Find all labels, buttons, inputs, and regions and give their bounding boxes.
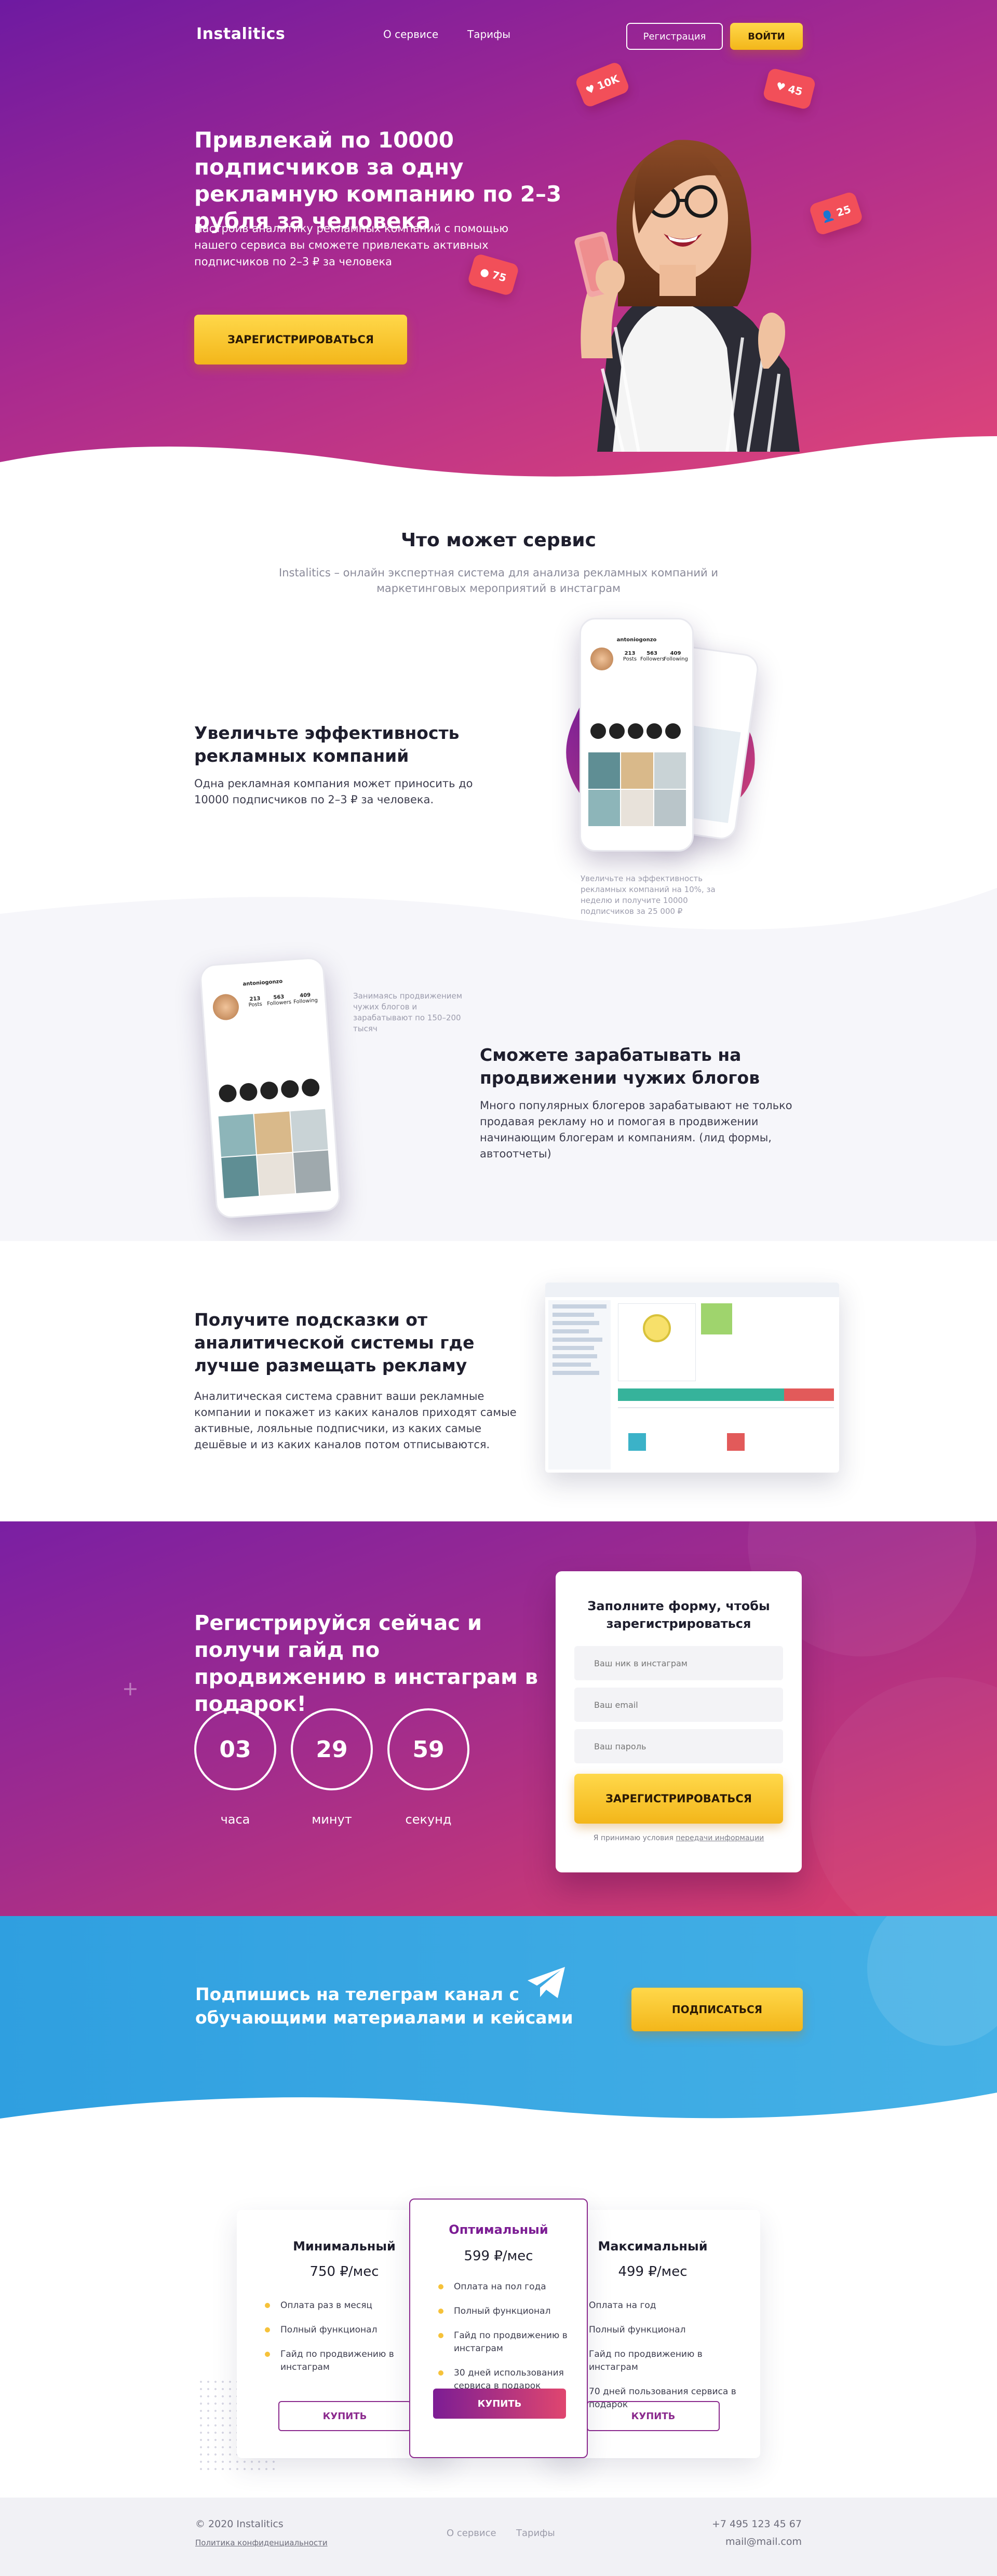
privacy-policy-link[interactable]: Политика конфиденциальности xyxy=(195,2538,328,2547)
logo[interactable]: Instalitics xyxy=(196,25,285,43)
section-title: Что может сервис xyxy=(401,530,596,551)
svg-text:+: + xyxy=(122,1677,139,1700)
phone-mockup: antoniogonzo 213 Posts 563 Followers 409 Fo… xyxy=(199,956,341,1219)
telegram-section: Подпишись на телеграм канал с обучающими… xyxy=(0,1916,997,2155)
feature-title: Увеличьте эффективность рекламных компан… xyxy=(194,723,460,766)
timer-minutes: 29 xyxy=(291,1708,373,1790)
footer-email[interactable]: mail@mail.com xyxy=(725,2536,802,2547)
feature-caption: Увеличьте на эффективность рекламных ком… xyxy=(581,874,716,916)
footer-phone[interactable]: +7 495 123 45 67 xyxy=(712,2518,802,2530)
plan-feature: Полный функционал xyxy=(438,2305,576,2318)
plan-feature: Гайд по продвижению в инстаграм xyxy=(438,2329,576,2355)
feature-text: Аналитическая система сравнит ваши рекла… xyxy=(194,1390,517,1451)
pricing-section: Минимальный 750 ₽/мес Оплата раз в месяц… xyxy=(0,2155,997,2498)
register-section: + Регистрируйся сейчас и получи гайд по … xyxy=(0,1521,997,1916)
hero-wave-divider xyxy=(0,436,997,493)
plan-feature: Оплата на пол года xyxy=(438,2281,576,2294)
timer-seconds: 59 xyxy=(387,1708,469,1790)
plan-feature: Гайд по продвижению в инстаграм xyxy=(573,2348,750,2374)
profile-username: antoniogonzo xyxy=(616,637,657,643)
timer-hours: 03 xyxy=(194,1708,276,1790)
feature-text: Много популярных блогеров зарабатывают н… xyxy=(480,1099,792,1160)
avatar xyxy=(212,993,240,1021)
photo-grid xyxy=(218,1109,331,1198)
section-subtitle: Instalitics – онлайн экспертная система … xyxy=(279,567,718,595)
heart-icon: ♥ xyxy=(774,79,787,94)
timer-hours-label: часа xyxy=(220,1812,250,1827)
analytics-section: Получите подсказки от аналитической сист… xyxy=(0,1241,997,1521)
instagram-nick-input[interactable] xyxy=(574,1646,783,1680)
footer-nav-pricing[interactable]: Тарифы xyxy=(516,2528,555,2539)
feature-title: Получите подсказки от аналитической сист… xyxy=(194,1310,475,1375)
background-decor: + xyxy=(122,1521,997,1916)
feature-text: Одна рекламная компания может приносить … xyxy=(194,777,473,806)
timer-minutes-label: минут xyxy=(312,1812,352,1827)
footer: © 2020 Instalitics Политика конфиденциал… xyxy=(0,2498,997,2576)
woman-with-phone-illustration xyxy=(574,140,800,452)
top-nav: Instalitics О сервисе Тарифы Регистрация… xyxy=(0,0,997,73)
followers-notification: 👤 25 xyxy=(808,191,864,236)
buy-button[interactable]: КУПИТЬ xyxy=(433,2389,566,2419)
timer-seconds-label: секунд xyxy=(405,1812,452,1827)
buy-button[interactable]: КУПИТЬ xyxy=(278,2401,411,2431)
plan-card-optimal: Оптимальный 599 ₽/мес Оплата на пол года… xyxy=(409,2199,588,2458)
plan-feature: Полный функционал xyxy=(573,2324,750,2337)
nav-about[interactable]: О сервисе xyxy=(383,28,438,41)
feature-title: Сможете зарабатывать на продвижении чужи… xyxy=(480,1045,760,1088)
email-input[interactable] xyxy=(574,1688,783,1722)
avatar xyxy=(590,648,613,670)
user-icon: 👤 xyxy=(819,208,836,224)
nav-pricing[interactable]: Тарифы xyxy=(467,28,510,41)
buy-button[interactable]: КУПИТЬ xyxy=(587,2401,720,2431)
service-section: Что может сервис Instalitics – онлайн эк… xyxy=(0,493,997,1241)
form-register-button[interactable]: ЗАРЕГИСТРИРОВАТЬСЯ xyxy=(574,1774,783,1824)
analytics-dashboard-screenshot xyxy=(545,1283,839,1473)
hero-section: Instalitics О сервисе Тарифы Регистрация… xyxy=(0,0,997,493)
phone-mockup: antoniogonzo 213 Posts 563 Followers 409 Fo… xyxy=(580,618,694,852)
footer-nav-about[interactable]: О сервисе xyxy=(447,2528,496,2539)
hero-register-button[interactable]: ЗАРЕГИСТРИРОВАТЬСЯ xyxy=(194,315,407,365)
telegram-background xyxy=(0,1916,997,2119)
feature-caption: Занимаясь продвижением чужих блогов и за… xyxy=(353,991,463,1033)
terms-link[interactable]: передачи информации xyxy=(676,1834,764,1842)
plan-name: Оптимальный xyxy=(449,2222,548,2237)
photo-grid xyxy=(588,752,686,826)
login-button[interactable]: ВОЙТИ xyxy=(730,23,803,50)
form-title: Заполните форму, чтобы зарегистрироватьс… xyxy=(587,1599,770,1631)
comment-icon: ● xyxy=(479,265,491,280)
register-button[interactable]: Регистрация xyxy=(626,23,723,50)
grey-wave-divider xyxy=(0,857,997,929)
heart-icon: ♥ xyxy=(584,82,597,97)
copyright: © 2020 Instalitics xyxy=(195,2518,284,2530)
profile-username: antoniogonzo xyxy=(242,978,283,988)
password-input[interactable] xyxy=(574,1729,783,1763)
subscribe-button[interactable]: ПОДПИСАТЬСЯ xyxy=(631,1988,803,2031)
telegram-title: Подпишись на телеграм канал с обучающими… xyxy=(195,1984,573,2028)
plan-feature: Оплата на год xyxy=(573,2299,750,2312)
terms-note: Я принимаю условия передачи информации xyxy=(593,1834,764,1842)
plan-features: Оплата на пол года Полный функционал Гай… xyxy=(438,2281,576,2404)
register-title: Регистрируйся сейчас и получи гайд по пр… xyxy=(194,1611,538,1716)
plan-price: 599 ₽/мес xyxy=(464,2248,533,2264)
registration-form: Заполните форму, чтобы зарегистрироватьс… xyxy=(556,1571,802,1872)
